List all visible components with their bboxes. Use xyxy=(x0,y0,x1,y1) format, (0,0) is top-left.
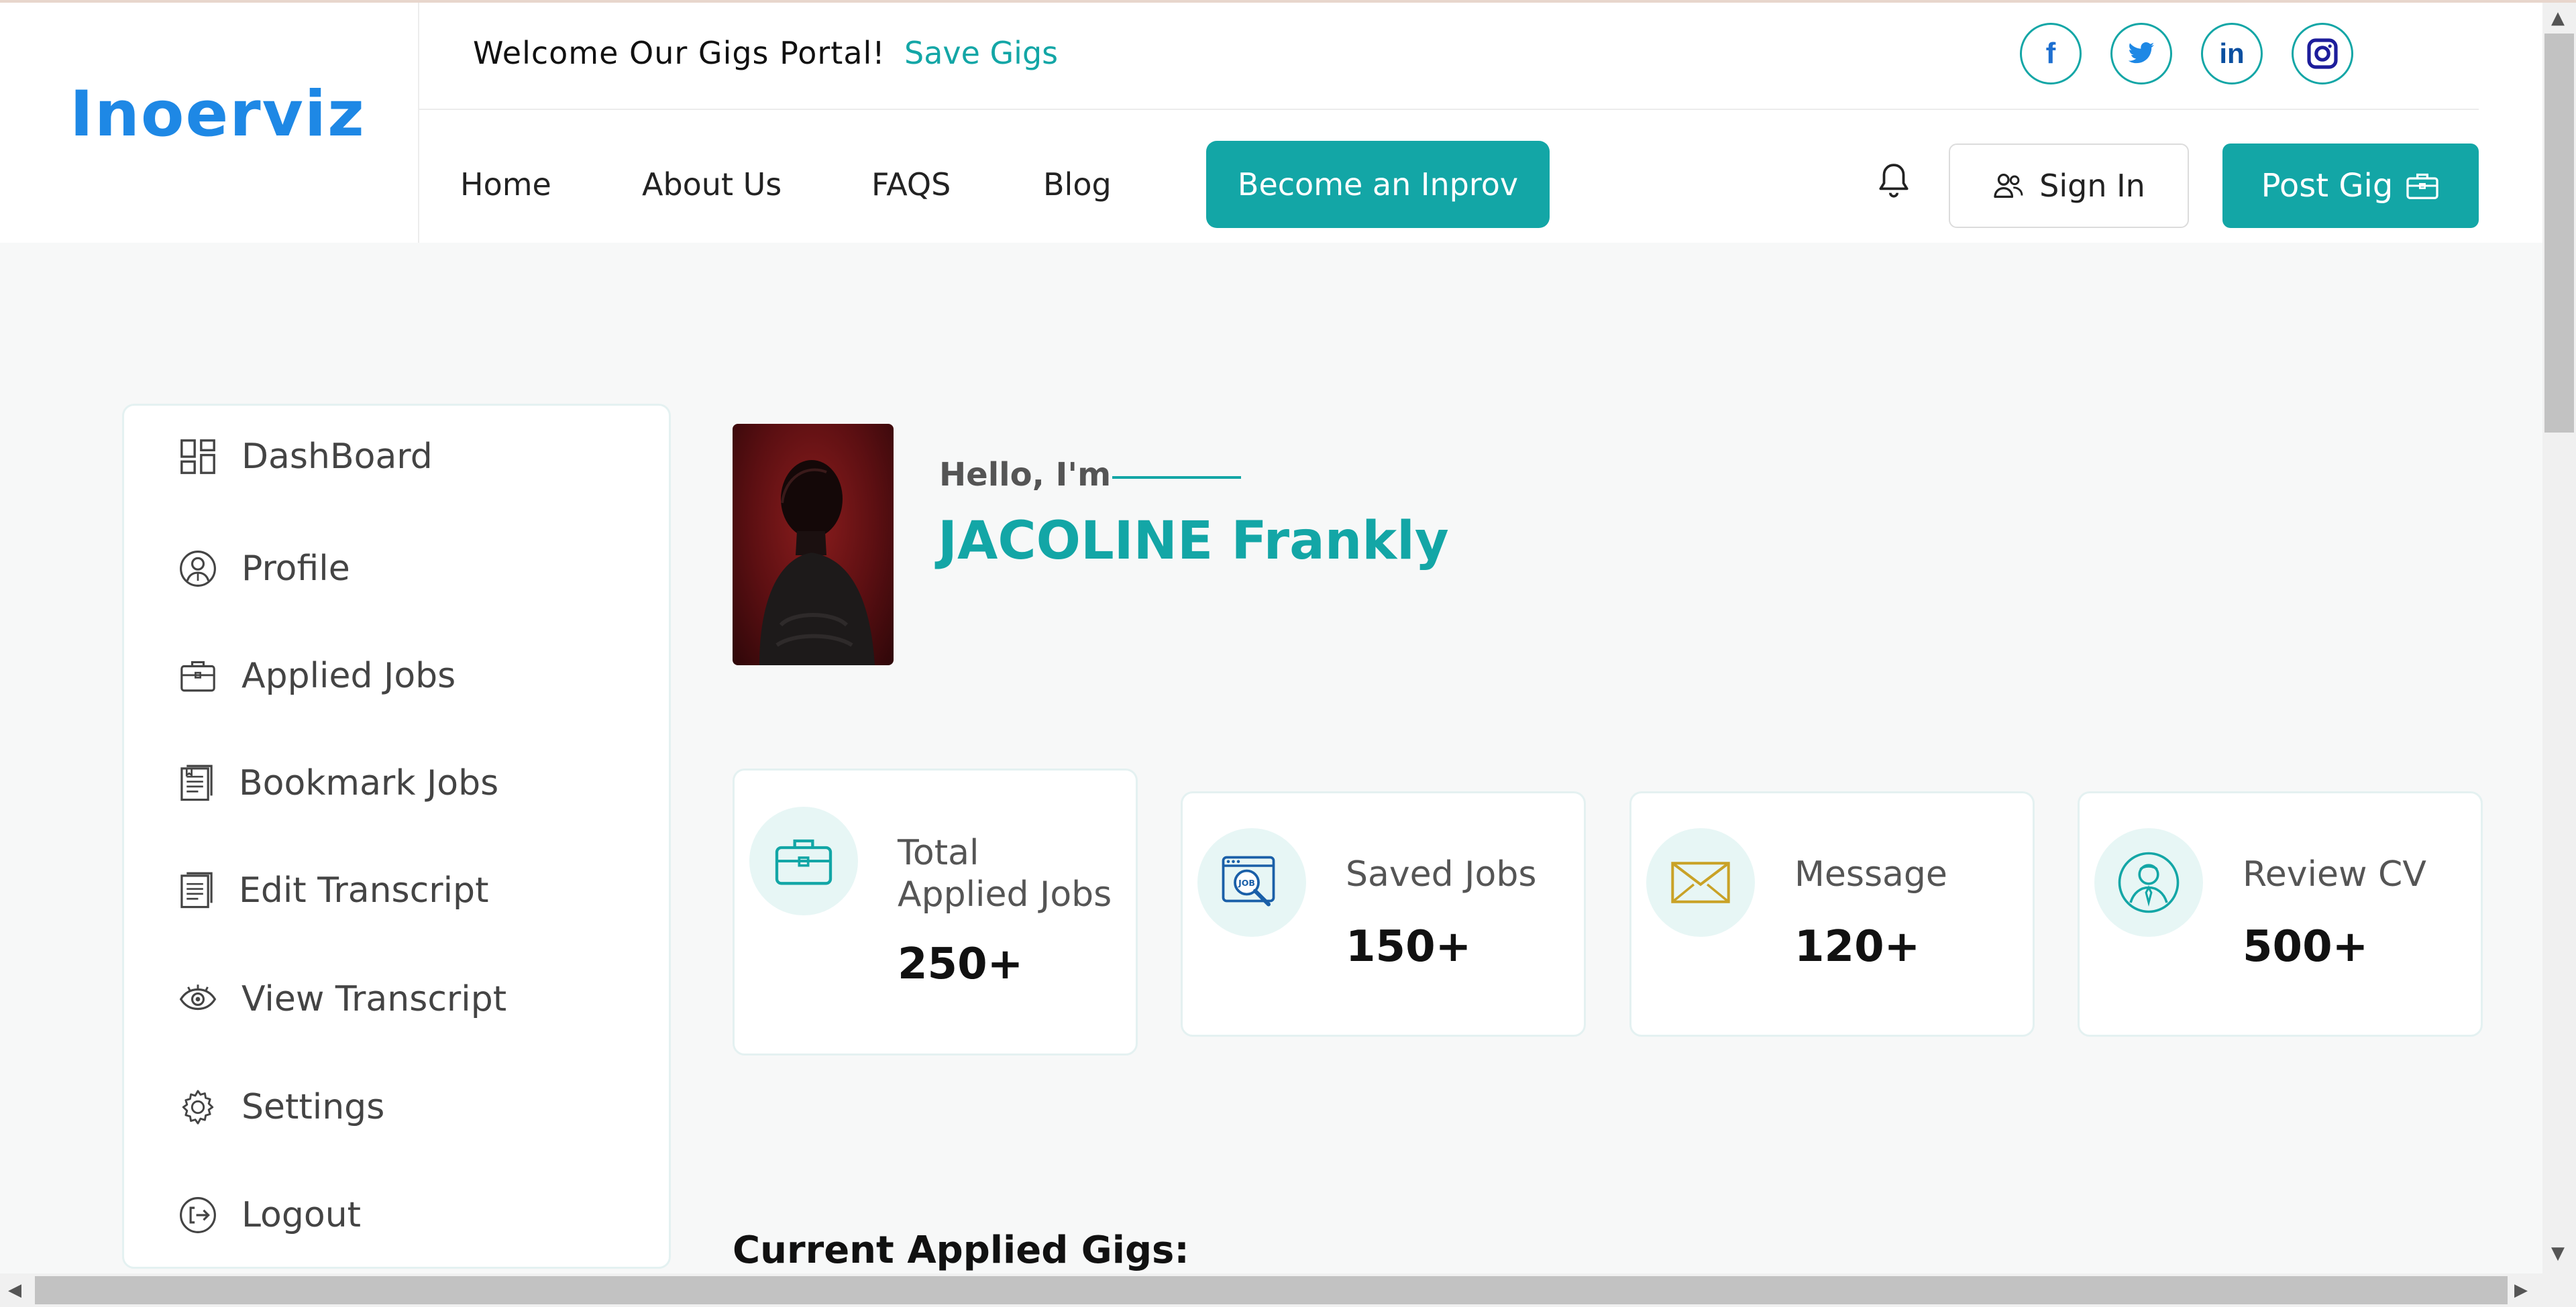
nav-home[interactable]: Home xyxy=(460,166,551,203)
stat-card-review-cv[interactable]: Review CV 500+ xyxy=(2078,791,2483,1037)
horizontal-scroll-thumb[interactable] xyxy=(35,1276,2508,1304)
edit-document-icon xyxy=(180,872,213,909)
hello-underline xyxy=(1112,476,1241,479)
nav-blog[interactable]: Blog xyxy=(1043,166,1112,203)
sidebar-item-profile[interactable]: Profile xyxy=(178,542,350,595)
sidebar-item-applied-jobs[interactable]: Applied Jobs xyxy=(178,649,455,703)
stat-value: 500+ xyxy=(2243,922,2369,972)
stat-label: Message xyxy=(1794,854,1947,895)
facebook-link[interactable]: f xyxy=(2020,23,2082,84)
twitter-link[interactable] xyxy=(2110,23,2172,84)
scroll-down-arrow-icon[interactable]: ▼ xyxy=(2551,1245,2565,1262)
post-gig-button[interactable]: Post Gig xyxy=(2222,144,2479,228)
sidebar-item-logout[interactable]: Logout xyxy=(178,1188,361,1242)
scroll-left-arrow-icon[interactable]: ◀ xyxy=(8,1282,21,1299)
profile-name: JACOLINE Frankly xyxy=(938,511,1449,571)
stat-icon-circle xyxy=(2094,828,2203,937)
sidebar-label-view-transcript: View Transcript xyxy=(241,979,507,1019)
post-gig-label: Post Gig xyxy=(2261,167,2394,205)
stat-value: 150+ xyxy=(1346,922,1472,972)
profile-icon xyxy=(180,551,216,587)
nav-about-us[interactable]: About Us xyxy=(642,166,782,203)
users-icon xyxy=(1994,174,2023,198)
sign-in-label: Sign In xyxy=(2039,168,2145,204)
dashboard-icon xyxy=(180,439,215,474)
sidebar-label-dashboard: DashBoard xyxy=(241,437,433,477)
linkedin-icon: in xyxy=(2219,38,2245,69)
bell-icon xyxy=(1879,164,1909,198)
sidebar-label-settings: Settings xyxy=(241,1087,385,1127)
section-title-current-applied: Current Applied Gigs: xyxy=(733,1229,1189,1272)
sidebar-item-edit-transcript[interactable]: Edit Transcript xyxy=(178,864,488,917)
sidebar-item-dashboard[interactable]: DashBoard xyxy=(178,430,433,484)
sidebar-label-logout: Logout xyxy=(241,1195,362,1235)
stat-icon-circle: JOB xyxy=(1197,828,1306,937)
stat-label: Total Applied Jobs xyxy=(898,833,1112,915)
facebook-icon: f xyxy=(2045,37,2056,70)
stat-card-saved-jobs[interactable]: JOB Saved Jobs 150+ xyxy=(1181,791,1586,1037)
save-gigs-link[interactable]: Save Gigs xyxy=(904,35,1058,71)
briefcase-icon xyxy=(2406,173,2438,199)
stat-icon-circle xyxy=(749,807,858,915)
gear-icon xyxy=(182,1090,214,1125)
top-bar: Welcome Our Gigs Portal! Save Gigs f in xyxy=(419,3,2479,110)
sidebar-label-bookmark-jobs: Bookmark Jobs xyxy=(239,763,499,803)
briefcase-icon xyxy=(180,661,215,692)
sidebar-label-edit-transcript: Edit Transcript xyxy=(239,870,489,911)
job-search-icon: JOB xyxy=(1222,856,1275,907)
stat-value: 250+ xyxy=(898,940,1024,989)
nav-faqs[interactable]: FAQS xyxy=(871,166,951,203)
person-silhouette xyxy=(759,460,875,665)
instagram-link[interactable] xyxy=(2292,23,2353,84)
sidebar-label-profile: Profile xyxy=(241,549,350,589)
eye-icon xyxy=(179,984,217,1011)
scroll-up-arrow-icon[interactable]: ▲ xyxy=(2551,9,2565,27)
stat-icon-circle xyxy=(1646,828,1755,937)
envelope-icon xyxy=(1671,862,1730,903)
person-icon xyxy=(2118,852,2180,913)
main-nav: Home About Us FAQS Blog Become an Inprov… xyxy=(419,110,2479,243)
site-header: Inoerviz Welcome Our Gigs Portal! Save G… xyxy=(0,3,2542,243)
stat-value: 120+ xyxy=(1794,922,1921,972)
bookmark-document-icon xyxy=(180,764,213,801)
welcome-text: Welcome Our Gigs Portal! xyxy=(473,35,885,71)
notification-bell[interactable] xyxy=(1877,162,1911,204)
sidebar xyxy=(122,404,671,1269)
stat-card-message[interactable]: Message 120+ xyxy=(1629,791,2035,1037)
scroll-right-arrow-icon[interactable]: ▶ xyxy=(2514,1282,2528,1299)
logo[interactable]: Inoerviz xyxy=(70,78,366,151)
sign-in-button[interactable]: Sign In xyxy=(1949,144,2189,228)
sidebar-item-bookmark-jobs[interactable]: Bookmark Jobs xyxy=(178,756,498,810)
twitter-icon xyxy=(2128,42,2155,64)
job-badge-text: JOB xyxy=(1238,878,1255,888)
vertical-scroll-thumb[interactable] xyxy=(2544,34,2574,433)
sidebar-item-settings[interactable]: Settings xyxy=(178,1080,384,1134)
hello-text: Hello, I'm xyxy=(939,456,1112,494)
logout-icon xyxy=(180,1197,216,1233)
stat-label: Saved Jobs xyxy=(1346,854,1537,895)
briefcase-icon xyxy=(775,839,833,885)
stat-label: Review CV xyxy=(2243,854,2426,895)
logo-area: Inoerviz xyxy=(0,3,419,243)
sidebar-item-view-transcript[interactable]: View Transcript xyxy=(178,972,506,1026)
stat-card-total-applied[interactable]: Total Applied Jobs 250+ xyxy=(733,769,1138,1056)
linkedin-link[interactable]: in xyxy=(2201,23,2263,84)
profile-photo xyxy=(733,424,894,665)
sidebar-label-applied-jobs: Applied Jobs xyxy=(241,656,456,696)
become-inprov-button[interactable]: Become an Inprov xyxy=(1206,141,1550,228)
instagram-icon xyxy=(2307,38,2338,69)
